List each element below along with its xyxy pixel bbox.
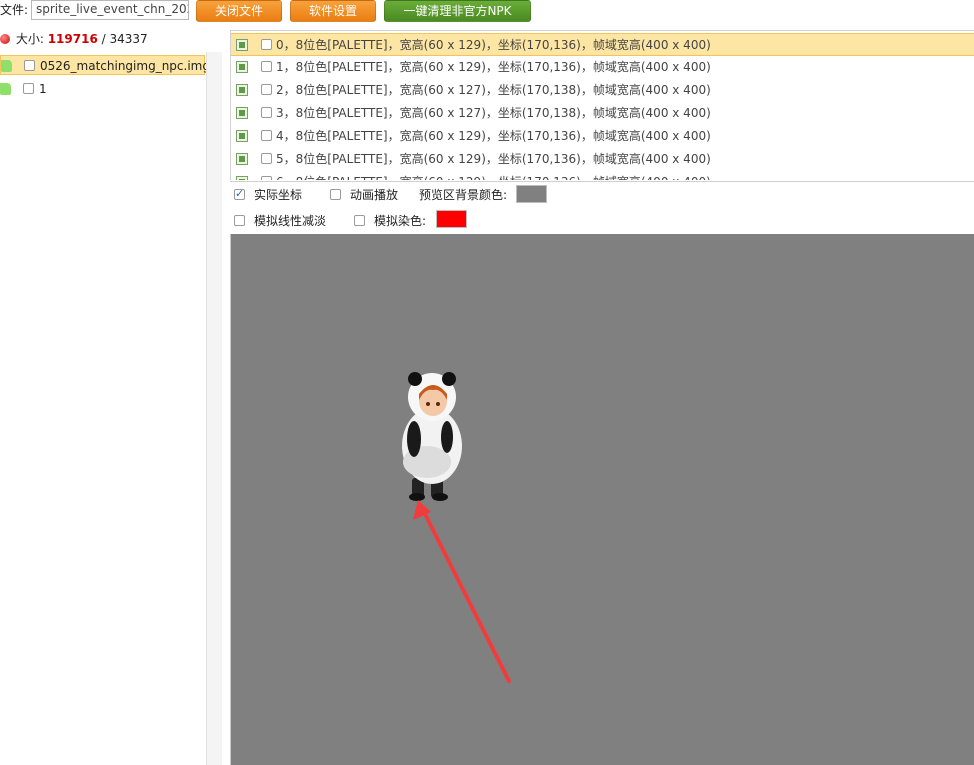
img-file-icon [1, 60, 12, 72]
frame-row[interactable]: 1，8位色[PALETTE]，宽高(60 x 129)，坐标(170,136)，… [231, 56, 974, 79]
dye-color-swatch[interactable] [436, 210, 467, 228]
frame-row[interactable]: 0，8位色[PALETTE]，宽高(60 x 129)，坐标(170,136)，… [231, 33, 974, 56]
frame-row[interactable]: 2，8位色[PALETTE]，宽高(60 x 127)，坐标(170,138)，… [231, 79, 974, 102]
frame-row-text: 2，8位色[PALETTE]，宽高(60 x 127)，坐标(170,138)，… [276, 83, 711, 97]
frame-row[interactable]: 4，8位色[PALETTE]，宽高(60 x 129)，坐标(170,136)，… [231, 125, 974, 148]
frame-image-icon [236, 107, 248, 119]
tree-scrollbar[interactable] [206, 52, 222, 765]
frame-row-text: 6，8位色[PALETTE]，宽高(60 x 129)，坐标(170,136)，… [276, 171, 711, 180]
frame-checkbox[interactable] [261, 61, 272, 72]
frame-checkbox[interactable] [261, 153, 272, 164]
dye-label: 模拟染色: [374, 214, 427, 228]
frame-checkbox[interactable] [261, 84, 272, 95]
frame-image-icon [236, 176, 248, 180]
close-file-button[interactable]: 关闭文件 [196, 0, 282, 22]
preview-options: 实际坐标 动画播放 预览区背景颜色: 模拟线性减淡 模拟染色: [230, 181, 974, 233]
img-file-icon [0, 83, 11, 95]
frame-row-text: 3，8位色[PALETTE]，宽高(60 x 127)，坐标(170,138)，… [276, 106, 711, 120]
frame-image-icon [236, 39, 248, 51]
frame-row-text: 0，8位色[PALETTE]，宽高(60 x 129)，坐标(170,136)，… [276, 38, 711, 52]
top-toolbar: 文件: sprite_live_event_chn_202 关闭文件 软件设置 … [0, 0, 974, 26]
frame-list: 0，8位色[PALETTE]，宽高(60 x 129)，坐标(170,136)，… [230, 30, 974, 180]
size-label: 大小: [15, 32, 44, 46]
animate-checkbox[interactable] [330, 189, 341, 200]
annotation-arrow-icon [413, 500, 511, 683]
bg-color-label: 预览区背景颜色: [419, 188, 508, 202]
status-dot-icon [0, 34, 10, 44]
tree-item-0526-matchingimg-npc[interactable]: 0526_matchingimg_npc.img [0, 55, 210, 75]
tree-item-1[interactable]: 1 [0, 79, 205, 99]
frame-row[interactable]: 3，8位色[PALETTE]，宽高(60 x 127)，坐标(170,138)，… [231, 102, 974, 125]
dye-checkbox[interactable] [354, 215, 365, 226]
bg-color-swatch[interactable] [516, 185, 547, 203]
frame-checkbox[interactable] [261, 130, 272, 141]
frame-row[interactable]: 6，8位色[PALETTE]，宽高(60 x 129)，坐标(170,136)，… [231, 171, 974, 180]
frame-image-icon [236, 61, 248, 73]
actual-coords-checkbox[interactable] [234, 186, 245, 202]
frame-checkbox[interactable] [261, 39, 272, 50]
frame-image-icon [236, 130, 248, 142]
size-separator: / [101, 32, 106, 46]
linear-fade-checkbox[interactable] [234, 215, 245, 226]
size-info: 大小: 119716 / 34337 [0, 30, 148, 48]
frame-row[interactable]: 5，8位色[PALETTE]，宽高(60 x 129)，坐标(170,136)，… [231, 148, 974, 171]
size-current: 119716 [47, 32, 98, 46]
frame-image-icon [236, 84, 248, 96]
frame-checkbox[interactable] [261, 107, 272, 118]
frame-checkbox[interactable] [261, 176, 272, 180]
preview-canvas[interactable] [230, 234, 974, 765]
panda-character-sprite [402, 372, 462, 501]
tree-item-checkbox[interactable] [24, 60, 35, 71]
clean-npk-button[interactable]: 一键清理非官方NPK [384, 0, 531, 22]
settings-button[interactable]: 软件设置 [290, 0, 376, 22]
frame-row-text: 5，8位色[PALETTE]，宽高(60 x 129)，坐标(170,136)，… [276, 152, 711, 166]
frame-image-icon [236, 153, 248, 165]
frame-row-text: 4，8位色[PALETTE]，宽高(60 x 129)，坐标(170,136)，… [276, 129, 711, 143]
tree-item-label: 1 [39, 82, 47, 96]
file-path-input[interactable]: sprite_live_event_chn_202 [31, 0, 189, 20]
img-tree-panel: 0526_matchingimg_npc.img 1 [0, 52, 222, 765]
animate-label: 动画播放 [350, 188, 399, 202]
tree-item-checkbox[interactable] [23, 83, 34, 94]
linear-fade-label: 模拟线性减淡 [254, 214, 327, 228]
actual-coords-label: 实际坐标 [254, 188, 303, 202]
file-label: 文件: [0, 3, 29, 17]
preview-svg [402, 372, 511, 683]
size-total: 34337 [109, 32, 148, 46]
tree-item-label: 0526_matchingimg_npc.img [40, 59, 210, 73]
frame-row-text: 1，8位色[PALETTE]，宽高(60 x 129)，坐标(170,136)，… [276, 60, 711, 74]
